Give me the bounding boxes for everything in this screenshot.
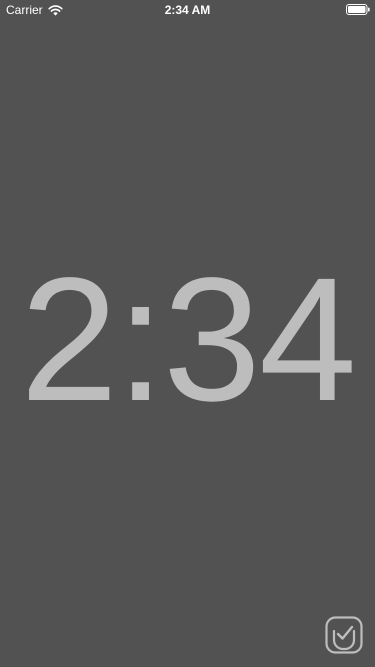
clock-screen: Carrier 2:34 AM 2:34 [0, 0, 375, 667]
app-check-icon [325, 616, 363, 654]
clock-display: 2:34 [20, 242, 357, 438]
status-bar: Carrier 2:34 AM [0, 0, 375, 20]
app-check-button[interactable] [325, 616, 363, 654]
battery-icon [346, 4, 370, 15]
status-time: 2:34 AM [164, 3, 211, 17]
